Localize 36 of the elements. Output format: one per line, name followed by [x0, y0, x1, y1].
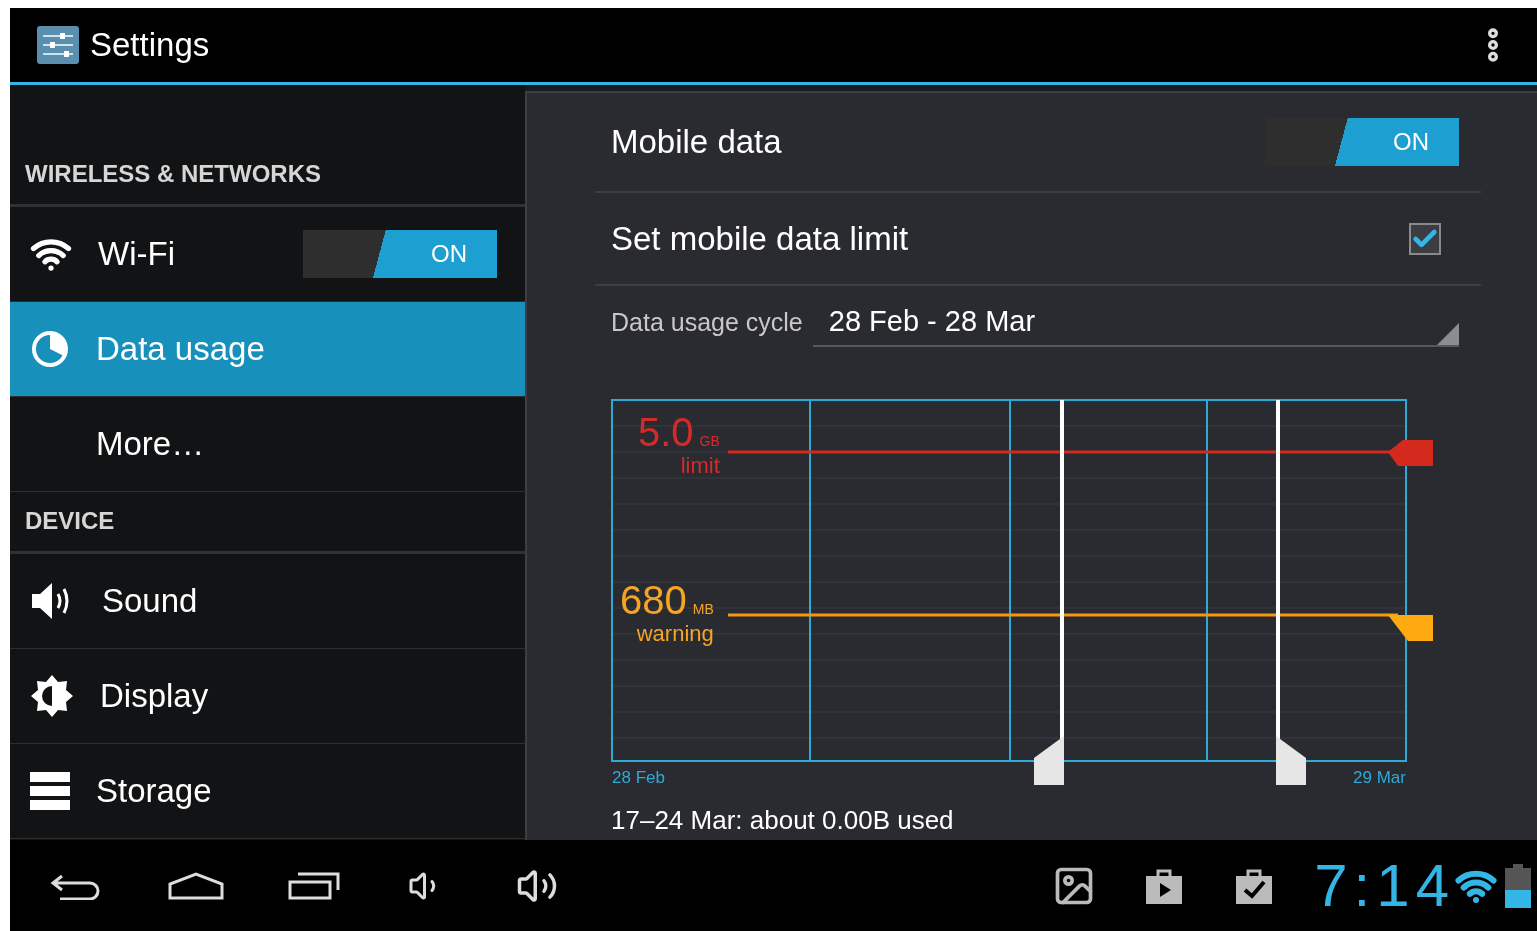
axis-start-label: 28 Feb — [612, 767, 665, 790]
item-label: Storage — [96, 771, 213, 812]
item-label: Display — [100, 676, 210, 717]
item-label: Wi-Fi — [98, 234, 176, 275]
cycle-dropdown[interactable]: 28 Feb - 28 Mar — [812, 297, 1459, 348]
pie-chart-icon — [30, 329, 70, 369]
item-label: More… — [96, 424, 206, 465]
storage-icon — [30, 772, 70, 810]
home-icon[interactable] — [168, 871, 224, 900]
warning-label: warning — [636, 620, 714, 648]
limit-label: limit — [680, 452, 720, 480]
section-header: WIRELESS & NETWORKS — [25, 159, 321, 189]
item-label: Data usage — [96, 329, 266, 370]
recent-apps-icon[interactable] — [288, 871, 340, 900]
limit-unit: GB — [699, 432, 720, 452]
battery-icon — [1505, 863, 1531, 908]
setting-label: Mobile data — [611, 122, 783, 163]
app-title: Settings — [90, 25, 211, 66]
cycle-end-handle[interactable] — [1276, 400, 1306, 786]
warning-value: 680 — [620, 580, 687, 621]
limit-value: 5.0 — [638, 412, 694, 453]
usage-summary: 17–24 Mar: about 0.00B used — [611, 804, 955, 837]
checkbox[interactable] — [1409, 222, 1441, 255]
cycle-label: Data usage cycle — [611, 306, 803, 338]
dropdown-arrow-icon — [1437, 323, 1459, 346]
warning-line[interactable] — [728, 613, 1433, 642]
settings-app-icon — [36, 25, 80, 65]
clock-time: 7:14 — [1314, 855, 1455, 916]
warning-unit: MB — [692, 600, 714, 620]
item-label: Sound — [102, 581, 199, 622]
brightness-icon — [30, 674, 74, 718]
sidebar-item[interactable]: Data usage — [10, 302, 525, 397]
axis-end-label: 29 Mar — [1353, 767, 1406, 790]
setting-label: Set mobile data limit — [611, 218, 910, 259]
cycle-start-handle[interactable] — [1034, 400, 1064, 786]
section-header: DEVICE — [25, 506, 115, 536]
